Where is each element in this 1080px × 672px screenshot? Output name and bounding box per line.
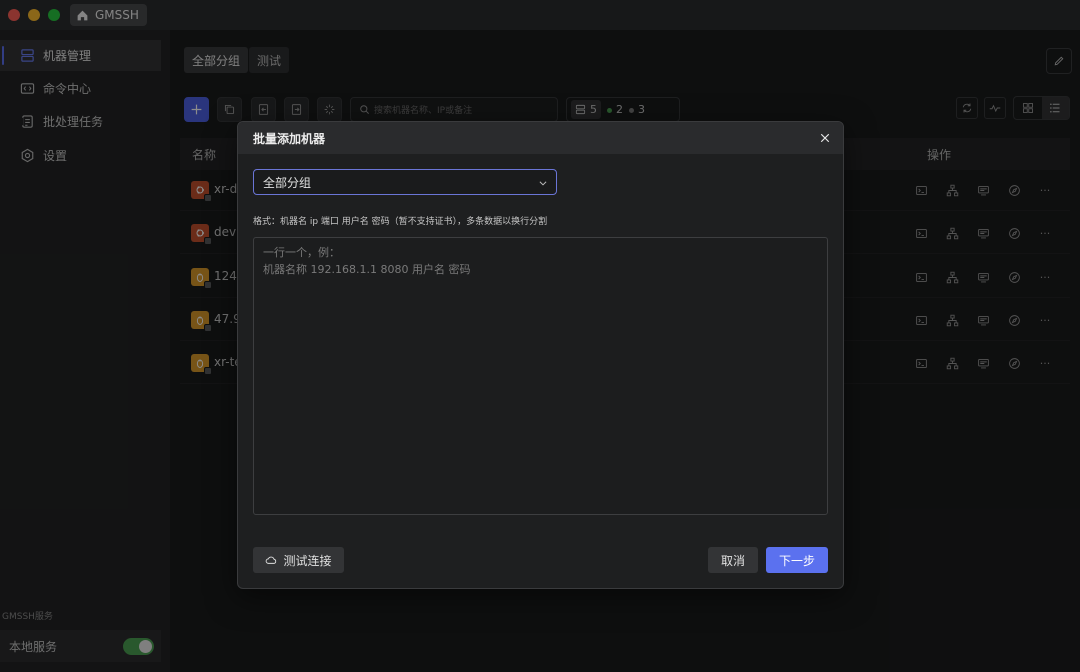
format-hint: 格式：机器名 ip 端口 用户名 密码（暂不支持证书），多条数据以换行分割 bbox=[253, 217, 548, 227]
machines-textarea[interactable]: 一行一个，例： 机器名称 192.168.1.1 8080 用户名 密码 bbox=[253, 237, 828, 515]
dialog-header: 批量添加机器 bbox=[238, 122, 843, 154]
group-select-value: 全部分组 bbox=[263, 175, 312, 190]
close-icon bbox=[820, 133, 830, 143]
batch-add-dialog: 批量添加机器 全部分组 格式：机器名 ip 端口 用户名 密码（暂不支持证书），… bbox=[237, 121, 844, 589]
chevron-down-icon bbox=[539, 181, 547, 186]
next-step-button[interactable]: 下一步 bbox=[766, 547, 828, 573]
cloud-icon bbox=[266, 556, 277, 564]
test-connection-button[interactable]: 测试连接 bbox=[253, 547, 344, 573]
cancel-button[interactable]: 取消 bbox=[708, 547, 758, 573]
dialog-title: 批量添加机器 bbox=[253, 131, 326, 146]
test-connection-label: 测试连接 bbox=[283, 553, 332, 568]
group-select[interactable]: 全部分组 bbox=[253, 169, 557, 195]
dialog-close-button[interactable] bbox=[817, 130, 833, 146]
